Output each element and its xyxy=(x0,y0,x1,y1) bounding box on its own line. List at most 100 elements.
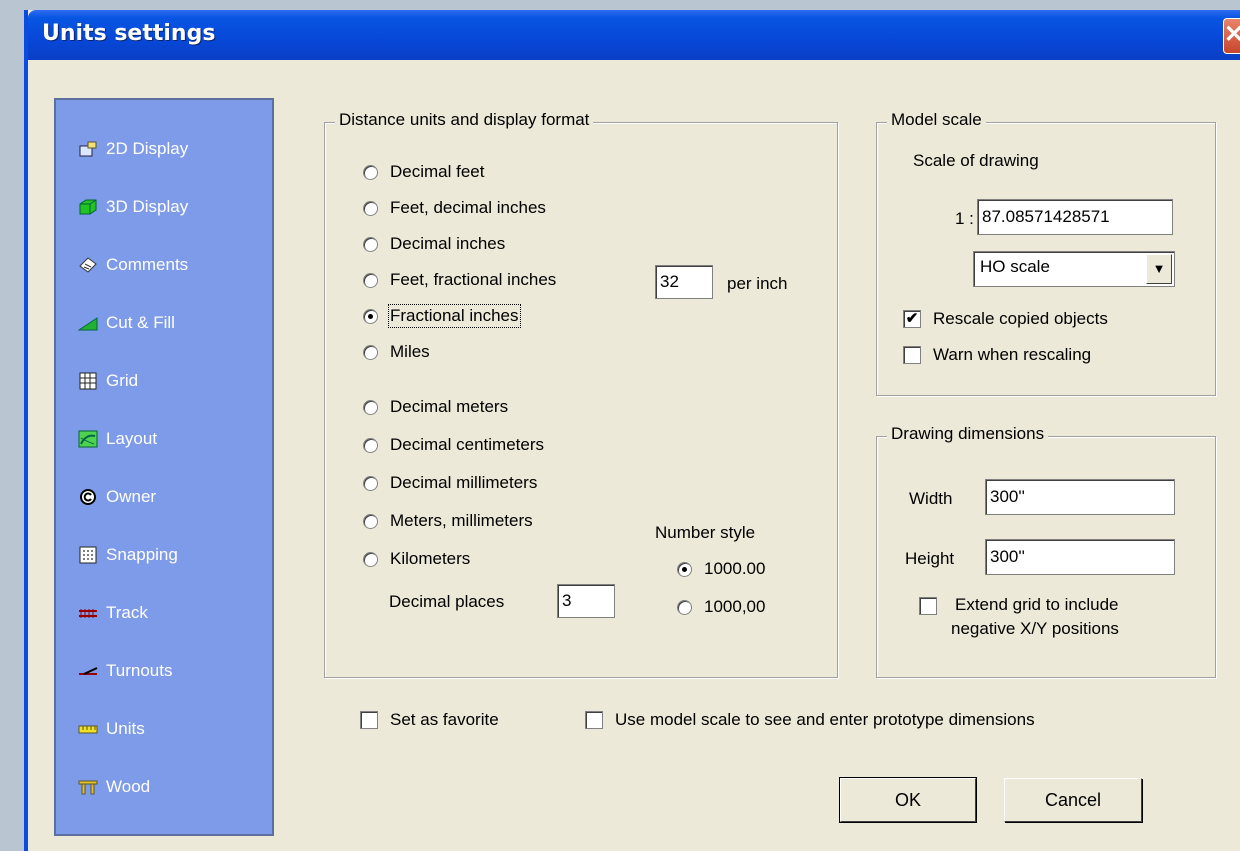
radio-meters-millimeters[interactable]: Meters, millimeters xyxy=(363,511,533,531)
sidebar-item-snapping[interactable]: Snapping xyxy=(78,540,178,570)
radio-button[interactable] xyxy=(363,200,378,216)
radio-button[interactable] xyxy=(363,344,378,360)
sidebar-item-label: Turnouts xyxy=(106,661,173,680)
dialog-body: 2D Display 3D Display Comments Cut & Fil… xyxy=(28,60,1240,851)
extend-grid-label-line2: negative X/Y positions xyxy=(951,619,1119,638)
radio-label: Feet, decimal inches xyxy=(390,198,546,217)
set-favorite-checkbox[interactable] xyxy=(360,711,378,729)
sidebar-item-label: 3D Display xyxy=(106,197,189,216)
set-favorite-label: Set as favorite xyxy=(390,710,499,729)
cut-fill-icon xyxy=(77,314,98,332)
sidebar-item-cut-fill[interactable]: Cut & Fill xyxy=(77,308,175,338)
radio-decimal-centimeters[interactable]: Decimal centimeters xyxy=(363,435,544,455)
radio-label: 1000,00 xyxy=(704,597,766,616)
warn-rescaling-checkbox-row[interactable]: Warn when rescaling xyxy=(903,345,1091,365)
scale-ratio-input[interactable] xyxy=(977,199,1173,235)
grid-icon xyxy=(78,372,98,390)
radio-miles[interactable]: Miles xyxy=(363,342,430,362)
radio-number-style-dot[interactable]: 1000.00 xyxy=(677,559,765,579)
radio-label: 1000.00 xyxy=(704,559,766,578)
model-scale-group: Model scale Scale of drawing 1 : HO scal… xyxy=(876,110,1216,396)
radio-feet-decimal-inches[interactable]: Feet, decimal inches xyxy=(363,198,546,218)
sidebar-item-track[interactable]: Track xyxy=(78,598,148,628)
radio-button[interactable] xyxy=(363,236,378,252)
ok-button[interactable]: OK xyxy=(839,777,977,823)
scale-select-value: HO scale xyxy=(980,257,1050,276)
radio-label: Decimal feet xyxy=(390,162,485,181)
sidebar-item-comments[interactable]: Comments xyxy=(78,250,188,280)
chevron-down-icon[interactable]: ▼ xyxy=(1146,254,1172,284)
close-button[interactable]: ✕ xyxy=(1223,18,1240,54)
sidebar-item-2d-display[interactable]: 2D Display xyxy=(78,134,188,164)
sidebar-item-wood[interactable]: Wood xyxy=(78,772,150,802)
sidebar-item-label: Cut & Fill xyxy=(106,313,175,332)
extend-grid-checkbox[interactable] xyxy=(919,597,937,615)
decimal-places-input[interactable] xyxy=(557,584,615,618)
height-input[interactable] xyxy=(985,539,1175,575)
per-inch-input[interactable] xyxy=(655,265,713,299)
rescale-copied-checkbox[interactable]: ✔ xyxy=(903,310,921,328)
drawing-dimensions-group: Drawing dimensions Width Height Extend g… xyxy=(876,424,1216,678)
prototype-dimensions-checkbox[interactable] xyxy=(585,711,603,729)
radio-label: Decimal inches xyxy=(390,234,506,253)
height-label: Height xyxy=(905,549,955,568)
radio-fractional-inches[interactable]: Fractional inches xyxy=(363,304,521,328)
warn-rescaling-checkbox[interactable] xyxy=(903,346,921,364)
prototype-dimensions-checkbox-row[interactable]: Use model scale to see and enter prototy… xyxy=(585,710,1035,730)
radio-feet-fractional-inches[interactable]: Feet, fractional inches xyxy=(363,270,556,290)
drawing-dimensions-legend: Drawing dimensions xyxy=(887,424,1049,444)
rescale-copied-checkbox-row[interactable]: ✔ Rescale copied objects xyxy=(903,309,1108,329)
radio-button[interactable] xyxy=(363,164,378,180)
2d-display-icon xyxy=(78,140,98,158)
sidebar-item-label: Owner xyxy=(106,487,157,506)
radio-button[interactable] xyxy=(363,308,378,324)
width-label: Width xyxy=(909,489,953,508)
sidebar-item-label: Layout xyxy=(106,429,158,448)
3d-display-icon xyxy=(78,198,98,216)
radio-decimal-feet[interactable]: Decimal feet xyxy=(363,162,484,182)
radio-kilometers[interactable]: Kilometers xyxy=(363,549,470,569)
distance-units-group: Distance units and display format Decima… xyxy=(324,110,838,678)
set-favorite-checkbox-row[interactable]: Set as favorite xyxy=(360,710,499,730)
prototype-dimensions-label: Use model scale to see and enter prototy… xyxy=(615,710,1035,729)
sidebar-item-3d-display[interactable]: 3D Display xyxy=(78,192,188,222)
number-style-label: Number style xyxy=(655,523,756,542)
sidebar-item-label: Units xyxy=(106,719,145,738)
sidebar-item-label: Track xyxy=(106,603,148,622)
units-icon xyxy=(78,720,98,738)
radio-label: Meters, millimeters xyxy=(390,511,533,530)
radio-decimal-inches[interactable]: Decimal inches xyxy=(363,234,505,254)
owner-icon xyxy=(78,488,98,506)
extend-grid-label-line1: Extend grid to include xyxy=(955,595,1119,614)
dialog-title: Units settings xyxy=(42,21,216,46)
radio-button[interactable] xyxy=(363,399,378,415)
radio-button[interactable] xyxy=(363,437,378,453)
scale-of-drawing-label: Scale of drawing xyxy=(913,151,1039,170)
radio-button[interactable] xyxy=(363,551,378,567)
cancel-button[interactable]: Cancel xyxy=(1004,778,1142,822)
sidebar-item-turnouts[interactable]: Turnouts xyxy=(78,656,172,686)
sidebar-item-units[interactable]: Units xyxy=(78,714,145,744)
settings-sidebar: 2D Display 3D Display Comments Cut & Fil… xyxy=(54,98,274,836)
radio-button[interactable] xyxy=(363,475,378,491)
scale-select[interactable]: HO scale ▼ xyxy=(973,251,1175,287)
radio-button[interactable] xyxy=(677,561,692,577)
snapping-icon xyxy=(78,546,98,564)
radio-button[interactable] xyxy=(363,513,378,529)
radio-decimal-millimeters[interactable]: Decimal millimeters xyxy=(363,473,537,493)
width-input[interactable] xyxy=(985,479,1175,515)
sidebar-item-grid[interactable]: Grid xyxy=(78,366,138,396)
radio-label: Kilometers xyxy=(390,549,471,568)
distance-units-legend: Distance units and display format xyxy=(335,110,594,130)
title-bar[interactable]: Units settings ✕ xyxy=(28,10,1240,60)
sidebar-item-owner[interactable]: Owner xyxy=(78,482,156,512)
radio-label: Decimal meters xyxy=(390,397,509,416)
radio-number-style-comma[interactable]: 1000,00 xyxy=(677,597,765,617)
units-settings-dialog: Units settings ✕ 2D Display 3D Display C… xyxy=(24,10,1240,851)
warn-rescaling-label: Warn when rescaling xyxy=(933,345,1092,364)
radio-button[interactable] xyxy=(363,272,378,288)
radio-button[interactable] xyxy=(677,599,692,615)
sidebar-item-layout[interactable]: Layout xyxy=(78,424,157,454)
sidebar-item-label: 2D Display xyxy=(106,139,189,158)
radio-decimal-meters[interactable]: Decimal meters xyxy=(363,397,508,417)
